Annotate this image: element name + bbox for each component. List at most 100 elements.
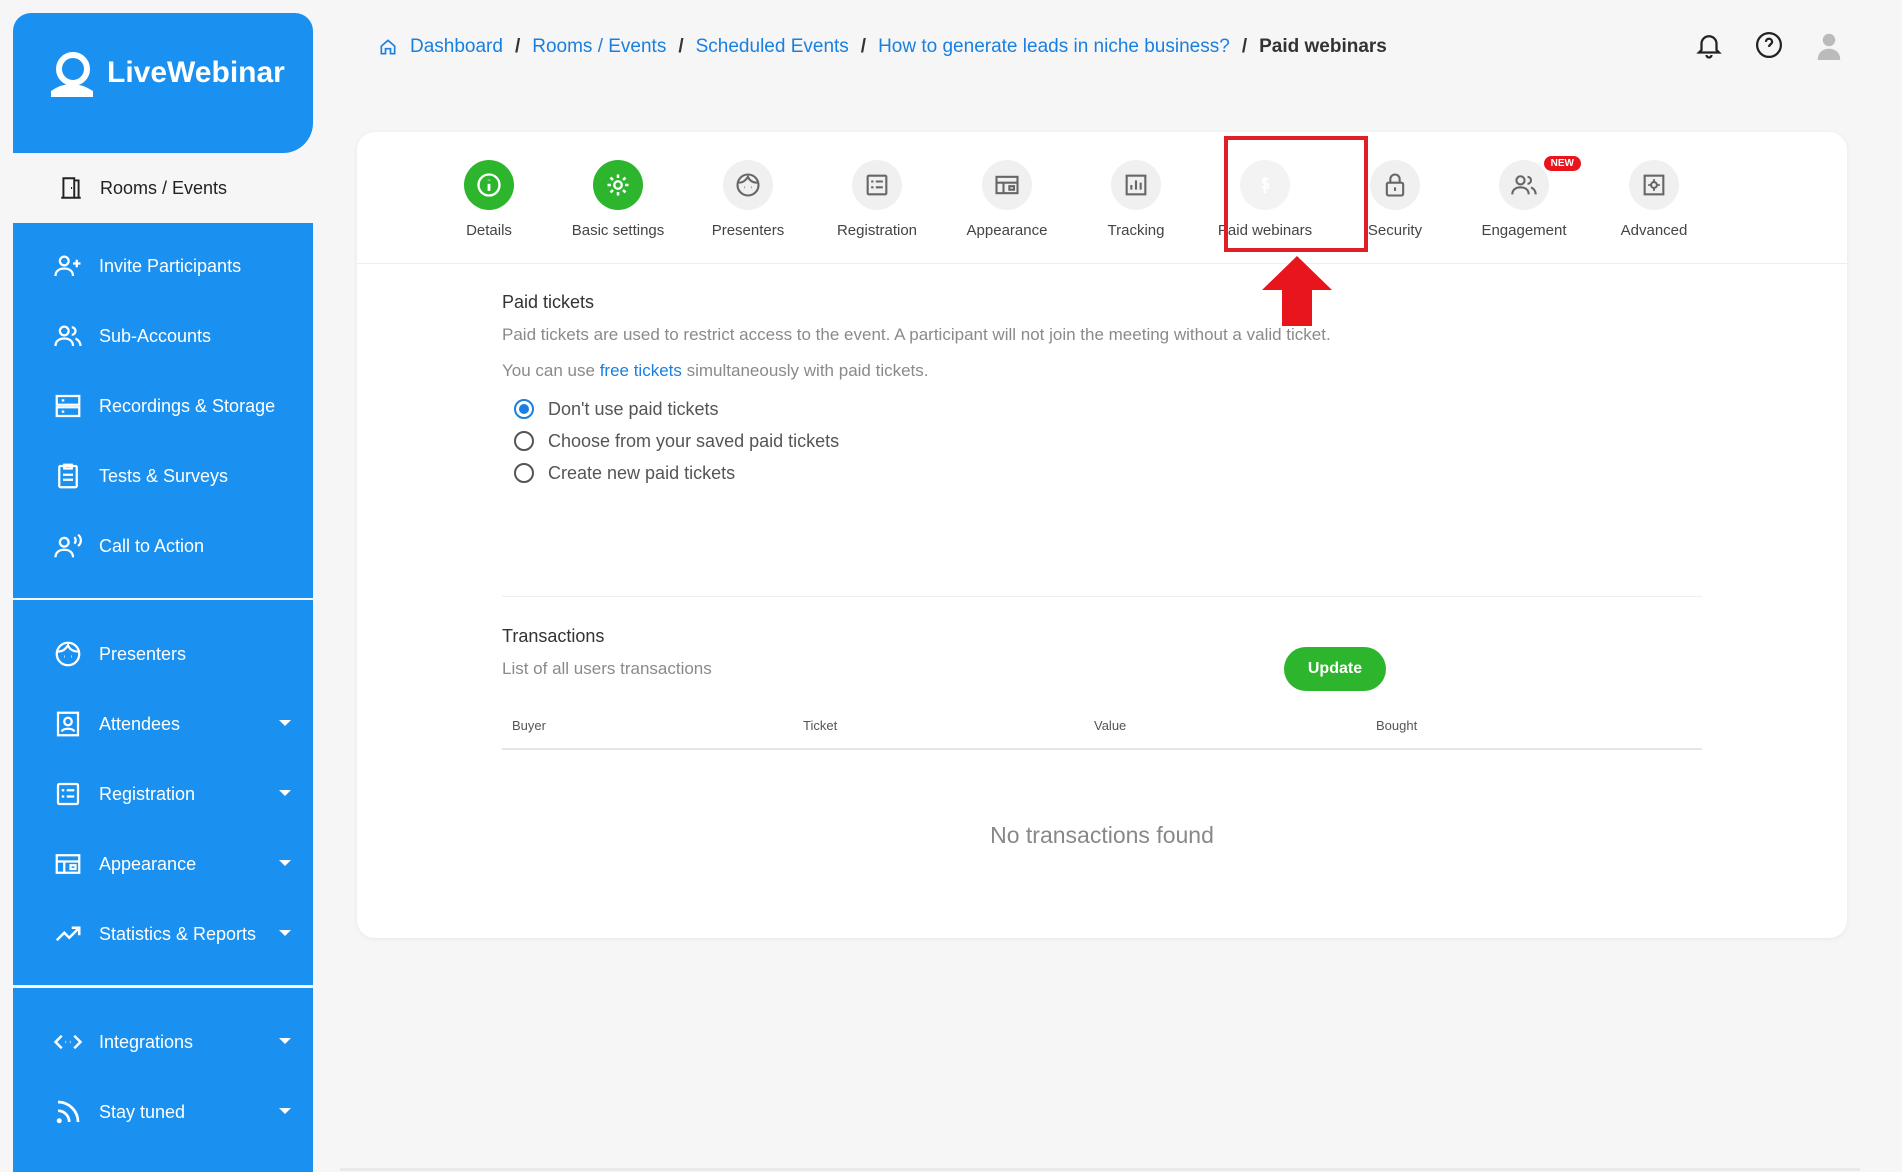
settings-tabs: Details Basic settings Presenters Regist… [357,132,1847,264]
highlight-box [1224,136,1368,252]
tab-icon-circle [1629,160,1679,210]
section-divider [502,596,1702,597]
paid-tickets-options: Don't use paid tickets Choose from your … [502,393,1702,489]
tab-advanced[interactable]: Advanced [1589,160,1719,239]
tab-appearance[interactable]: Appearance [942,160,1072,239]
breadcrumb-scheduled-events[interactable]: Scheduled Events [696,36,849,58]
free-tickets-suffix: simultaneously with paid tickets. [681,361,929,380]
users-icon [54,325,82,347]
bar-chart-icon [1125,174,1147,196]
breadcrumb-dashboard[interactable]: Dashboard [410,36,503,58]
option-dont-use[interactable]: Don't use paid tickets [514,393,1702,425]
arrow-up-icon [1262,256,1332,326]
user-plus-icon [54,255,81,277]
sidebar-item-sub-accounts[interactable]: Sub-Accounts [13,308,313,364]
free-tickets-note: You can use free tickets simultaneously … [502,361,1702,381]
sidebar-item-attendees[interactable]: Attendees [13,696,313,752]
free-tickets-prefix: You can use [502,361,600,380]
brand-name: LiveWebinar [107,56,285,89]
option-label: Create new paid tickets [548,462,736,483]
sidebar-item-label: Appearance [99,853,197,874]
speaking-user-icon [54,533,82,558]
attendees-icon [56,711,80,737]
sidebar-item-integrations[interactable]: Integrations [13,1014,313,1070]
sidebar-curve-top [13,123,313,153]
breadcrumb-separator: / [1241,36,1248,57]
transactions-subtitle: List of all users transactions [502,659,712,678]
breadcrumb-event[interactable]: How to generate leads in niche business? [878,36,1230,58]
radio-button[interactable] [514,431,534,451]
chevron-down-icon [279,1108,291,1114]
sidebar-item-tests-surveys[interactable]: Tests & Surveys [13,448,313,504]
chevron-down-icon [279,1038,291,1044]
column-buyer[interactable]: Buyer [512,718,546,733]
column-bought[interactable]: Bought [1376,718,1417,733]
tab-label: Presenters [711,222,785,239]
tab-label: Registration [836,222,918,239]
users-icon [1511,175,1537,195]
top-icons [1694,30,1844,60]
breadcrumb-separator: / [514,36,521,57]
sidebar-item-invite-participants[interactable]: Invite Participants [13,238,313,294]
sidebar-item-presenters[interactable]: Presenters [13,626,313,682]
sidebar-item-label: Tests & Surveys [99,465,229,486]
sidebar-item-appearance[interactable]: Appearance [13,836,313,892]
layout-icon [995,175,1019,195]
gear-icon [607,174,629,196]
tab-engagement[interactable]: NEW Engagement [1459,156,1589,239]
tab-basic-settings[interactable]: Basic settings [553,160,683,239]
paid-tickets-title: Paid tickets [502,292,595,312]
sidebar-item-label: Presenters [99,643,187,664]
tab-label: Security [1367,222,1423,239]
info-icon [477,173,501,197]
tab-icon-circle: NEW [1499,156,1581,210]
column-ticket[interactable]: Ticket [803,718,837,733]
new-badge: NEW [1543,156,1581,171]
chevron-down-icon [279,790,291,796]
home-icon[interactable] [378,37,398,57]
code-arrows-icon [53,1034,83,1050]
sidebar-item-stay-tuned[interactable]: Stay tuned [13,1084,313,1140]
sidebar-item-label: Registration [99,783,196,804]
option-create-new[interactable]: Create new paid tickets [514,457,1702,489]
free-tickets-link[interactable]: free tickets [600,361,682,380]
presenter-face-icon [736,173,760,197]
option-choose-saved[interactable]: Choose from your saved paid tickets [514,425,1702,457]
clipboard-icon [58,463,78,489]
trend-up-icon [55,926,81,942]
sidebar-item-label: Call to Action [99,535,205,556]
sidebar-item-label: Attendees [99,713,181,734]
help-icon[interactable] [1754,30,1784,60]
breadcrumb-separator: / [860,36,867,57]
sidebar-item-label: Recordings & Storage [99,395,276,416]
paid-tickets-description: Paid tickets are used to restrict access… [502,325,1331,344]
tab-details[interactable]: Details [424,160,554,239]
avatar[interactable] [1814,30,1844,60]
tab-registration[interactable]: Registration [812,160,942,239]
breadcrumb-current: Paid webinars [1259,36,1387,57]
column-value[interactable]: Value [1094,718,1126,733]
sidebar-item-recordings-storage[interactable]: Recordings & Storage [13,378,313,434]
transactions-header: Transactions List of all users transacti… [502,626,712,679]
tab-presenters[interactable]: Presenters [683,160,813,239]
empty-state: No transactions found [990,822,1214,848]
sidebar-item-registration[interactable]: Registration [13,766,313,822]
sidebar-item-call-to-action[interactable]: Call to Action [13,518,313,574]
breadcrumb-rooms-events[interactable]: Rooms / Events [532,36,666,58]
sidebar-item-rooms-events[interactable]: Rooms / Events [30,123,313,253]
radio-button[interactable] [514,399,534,419]
door-icon [61,177,81,199]
breadcrumb-separator: / [678,36,684,57]
sidebar-item-label: Integrations [99,1031,194,1052]
tab-icon-circle [852,160,902,210]
update-button[interactable]: Update [1284,647,1386,691]
tab-tracking[interactable]: Tracking [1071,160,1201,239]
sidebar-item-label: Invite Participants [99,255,242,276]
sidebar-item-statistics-reports[interactable]: Statistics & Reports [13,906,313,962]
radio-button[interactable] [514,463,534,483]
bell-icon[interactable] [1694,30,1724,60]
option-label: Choose from your saved paid tickets [548,430,840,451]
logo[interactable]: LiveWebinar [43,47,285,99]
tab-label: Engagement [1481,222,1567,239]
rss-icon [56,1100,80,1124]
